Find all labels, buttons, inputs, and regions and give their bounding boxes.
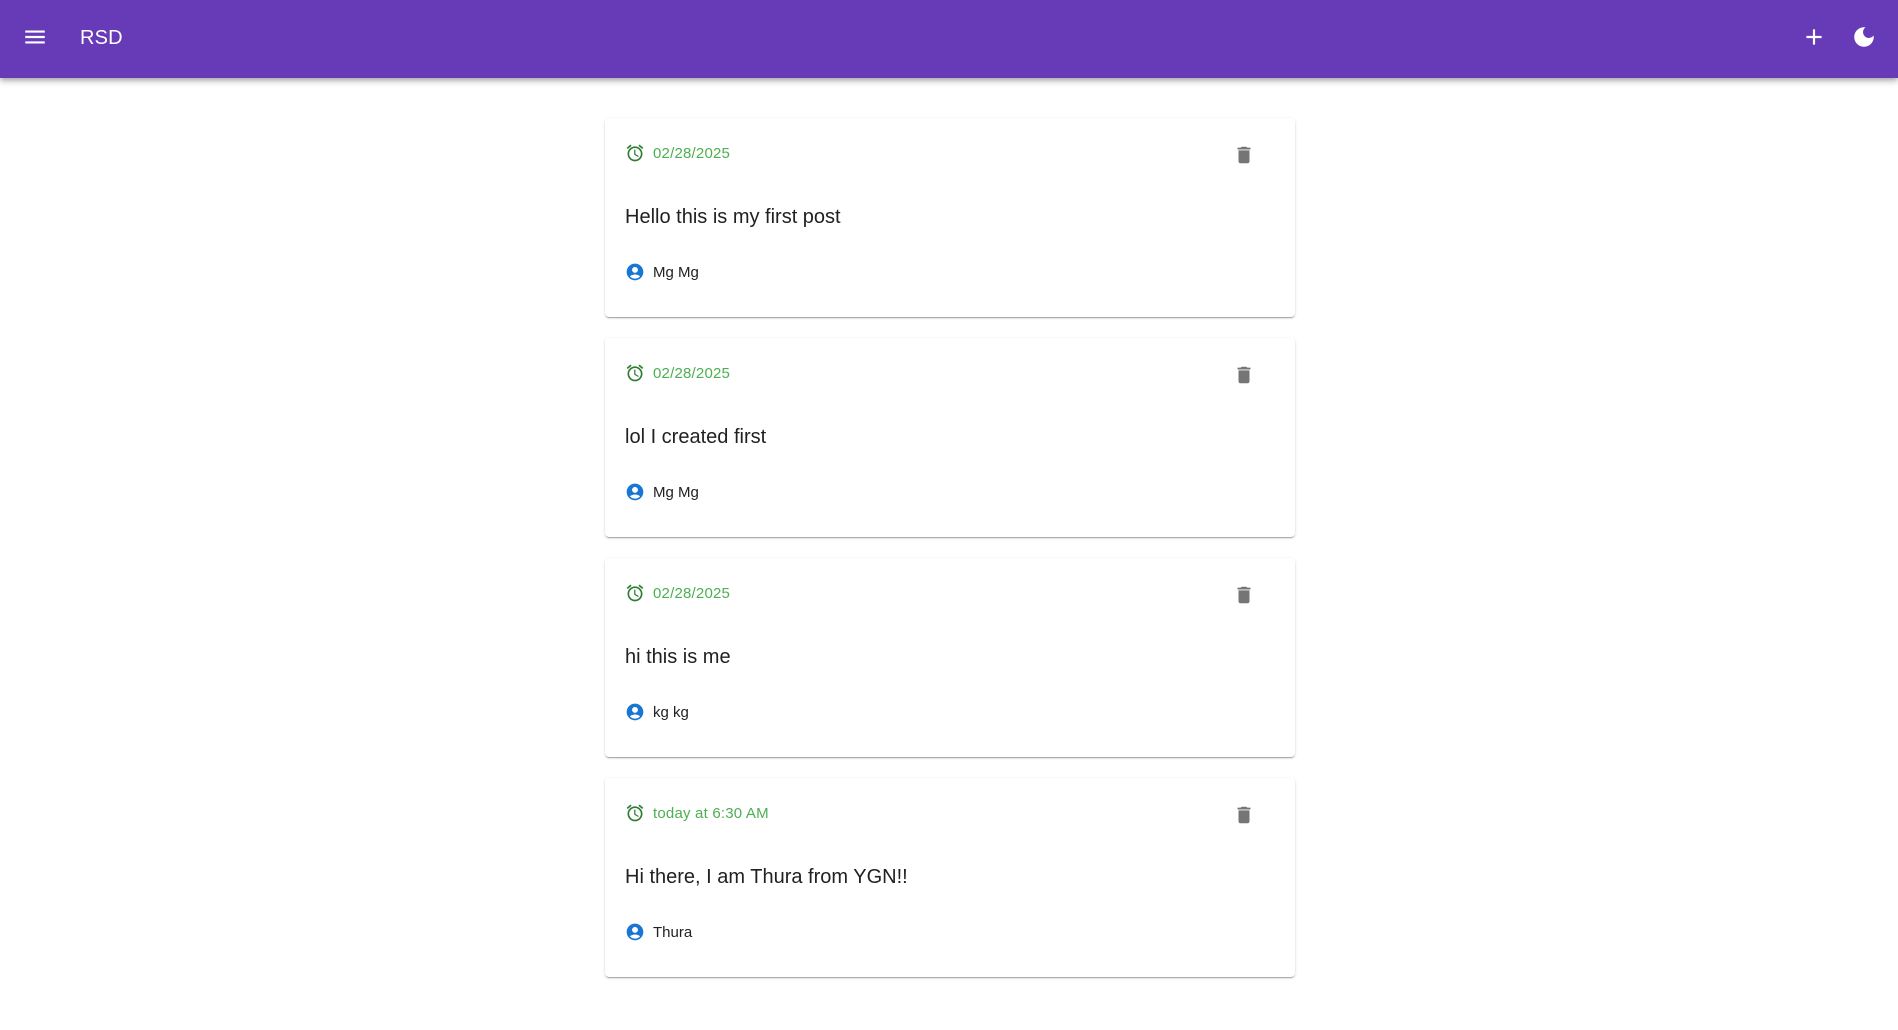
post-content: Hello this is my first post	[625, 206, 841, 228]
post-author: kg kg	[625, 702, 689, 722]
post-time: 02/28/2025	[625, 363, 730, 383]
delete-button[interactable]	[1225, 576, 1263, 614]
post-author-name: kg kg	[653, 703, 689, 721]
alarm-icon	[626, 364, 644, 382]
post-content: Hi there, I am Thura from YGN!!	[625, 866, 908, 888]
post-author-name: Thura	[653, 923, 693, 941]
trash-icon	[1237, 146, 1251, 164]
post-author: Mg Mg	[625, 262, 699, 282]
post-card: 02/28/2025 Hello this is my first post M…	[605, 118, 1295, 317]
post-author: Mg Mg	[625, 482, 699, 502]
menu-icon	[25, 30, 45, 44]
post-author-name: Mg Mg	[653, 263, 699, 281]
post-time-text: today at 6:30 AM	[653, 804, 769, 822]
post-time: today at 6:30 AM	[625, 803, 769, 823]
app-title: RSD	[80, 27, 123, 49]
post-content: hi this is me	[625, 646, 731, 668]
alarm-icon	[626, 584, 644, 602]
delete-button[interactable]	[1225, 136, 1263, 174]
post-card: 02/28/2025 hi this is me kg kg	[605, 558, 1295, 757]
alarm-icon	[626, 144, 644, 162]
account-circle-icon	[626, 923, 644, 941]
account-circle-icon	[626, 263, 644, 281]
theme-toggle-button[interactable]	[1840, 13, 1888, 61]
account-circle-icon	[626, 483, 644, 501]
delete-button[interactable]	[1225, 796, 1263, 834]
post-card: 02/28/2025 lol I created first Mg Mg	[605, 338, 1295, 537]
post-time: 02/28/2025	[625, 143, 730, 163]
add-icon	[1806, 29, 1822, 45]
trash-icon	[1237, 586, 1251, 604]
post-card: today at 6:30 AM Hi there, I am Thura fr…	[605, 778, 1295, 977]
post-author-name: Mg Mg	[653, 483, 699, 501]
post-author: Thura	[625, 922, 692, 942]
post-content: lol I created first	[625, 426, 767, 448]
app-bar: RSD	[0, 0, 1898, 78]
post-feed: 02/28/2025 Hello this is my first post M…	[605, 118, 1295, 998]
dark-mode-moon-icon	[1854, 27, 1874, 47]
trash-icon	[1237, 366, 1251, 384]
post-time-text: 02/28/2025	[653, 584, 731, 602]
account-circle-icon	[626, 703, 644, 721]
delete-button[interactable]	[1225, 356, 1263, 394]
trash-icon	[1237, 806, 1251, 824]
alarm-icon	[626, 804, 644, 822]
post-time-text: 02/28/2025	[653, 364, 731, 382]
post-time-text: 02/28/2025	[653, 144, 731, 162]
add-post-button[interactable]	[1790, 13, 1838, 61]
menu-button[interactable]	[11, 13, 59, 61]
post-time: 02/28/2025	[625, 583, 730, 603]
